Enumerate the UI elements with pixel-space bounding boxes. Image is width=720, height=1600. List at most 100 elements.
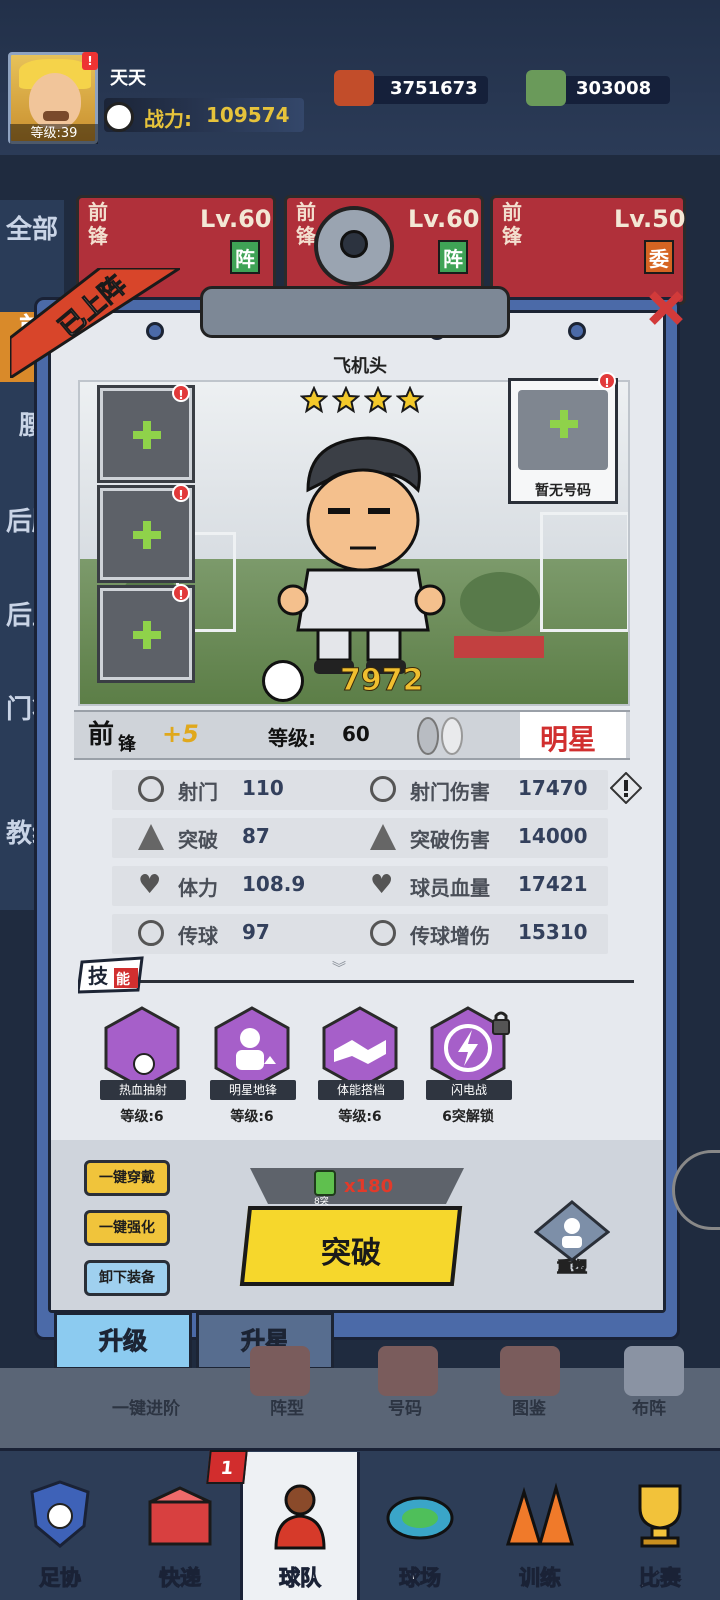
toolbar-codex[interactable]: 图鉴: [512, 1394, 546, 1419]
stat-name: 传球增伤: [410, 924, 490, 948]
stat-name: 突破: [178, 828, 218, 852]
breakthrough-button-label: 突破: [321, 1236, 381, 1271]
player-name: 天天: [110, 68, 146, 89]
stat-value: 87: [242, 824, 270, 848]
heart-plus-icon: ♥: [370, 870, 394, 900]
toolbar-formation[interactable]: 阵型: [270, 1394, 304, 1419]
skill-name: 体能搭档: [318, 1080, 404, 1100]
position-char: 锋: [118, 734, 136, 755]
codex-icon: [500, 1346, 560, 1396]
cones-icon: [505, 1482, 574, 1546]
power-value: 109574: [206, 103, 290, 127]
stat-value: 17470: [518, 776, 588, 800]
plus-icon: [560, 410, 568, 438]
stat-name: 体力: [178, 876, 218, 900]
nav-label: 球队: [279, 1566, 322, 1591]
in-lineup-ribbon: 已上阵: [10, 268, 180, 378]
stat-name: 射门伤害: [410, 780, 490, 804]
skill-level: 等级:6: [120, 1109, 164, 1125]
jersey-number-label: 暂无号码: [535, 483, 591, 499]
toolbar-advance-all[interactable]: 一键进阶: [112, 1394, 180, 1419]
toolbar-number[interactable]: 号码: [388, 1394, 422, 1419]
card-tag: 委: [644, 240, 674, 274]
parcel-icon: [148, 1486, 212, 1546]
skill-name: 明星地锋: [210, 1080, 296, 1100]
heart-icon: ♥: [138, 870, 162, 900]
svg-text:能: 能: [116, 971, 130, 988]
slot-alert-badge: !: [172, 384, 190, 402]
svg-text:技: 技: [88, 964, 109, 988]
plus-icon: [143, 621, 151, 649]
tab-upgrade[interactable]: 升级: [54, 1312, 192, 1370]
stat-value: 97: [242, 920, 270, 944]
enhance-all-button[interactable]: 一键强化: [84, 1210, 170, 1246]
jersey-alert-badge: !: [598, 372, 616, 390]
rank-tag-label: 明星: [540, 723, 597, 756]
plus-icon: [143, 421, 151, 449]
handshake-icon[interactable]: [322, 1006, 398, 1090]
food-box-icon: [334, 70, 374, 106]
stadium-icon: [386, 1496, 454, 1540]
nav-label: 快递: [159, 1566, 202, 1591]
reshape-icon[interactable]: [534, 1200, 610, 1262]
star-icon: [364, 386, 392, 414]
card-tag: 阵: [230, 240, 260, 274]
jersey-number-icon: [378, 1346, 438, 1396]
stat-info-icon[interactable]: [610, 772, 642, 804]
nav-label: 比赛: [639, 1566, 682, 1591]
kick-icon[interactable]: [104, 1006, 180, 1090]
player-up-icon[interactable]: [214, 1006, 290, 1090]
target-icon: [138, 776, 164, 802]
close-icon[interactable]: [646, 288, 686, 328]
stat-value: 15310: [518, 920, 588, 944]
level-value: 60: [342, 722, 370, 746]
stat-value: 108.9: [242, 872, 306, 896]
skill-level: 等级:6: [338, 1109, 382, 1125]
stat-name: 突破伤害: [410, 828, 490, 852]
resource-cash-value: 303008: [576, 78, 652, 99]
slot-alert-badge: !: [172, 484, 190, 502]
nav-label: 训练: [519, 1566, 562, 1591]
trophy-icon: [638, 1484, 682, 1548]
card-position: 前锋: [502, 200, 522, 248]
tree-decoration: [460, 572, 540, 632]
team-toolbar: [0, 1368, 720, 1448]
level-label: 等级:: [268, 726, 316, 750]
soccer-ball-icon: [262, 660, 304, 702]
divider: [140, 980, 634, 983]
lineup-icon: [624, 1346, 684, 1396]
pass-plus-icon: [370, 920, 396, 946]
stat-name: 射门: [178, 780, 218, 804]
stat-name: 传球: [178, 924, 218, 948]
target-plus-icon: [370, 776, 396, 802]
card-level: Lv.60: [408, 205, 480, 233]
star-icon: [332, 386, 360, 414]
player-power-value: 7972: [340, 663, 424, 699]
rank-tag: 明星: [520, 712, 626, 758]
footprint-icon[interactable]: [408, 712, 472, 758]
nav-label: 球场: [399, 1566, 442, 1591]
soccer-ball-icon: [104, 102, 134, 132]
skill-name: 热血抽射: [100, 1080, 186, 1100]
avatar-level: 等级:39: [10, 124, 98, 144]
wear-all-button[interactable]: 一键穿戴: [84, 1160, 170, 1196]
toolbar-lineup[interactable]: 布阵: [632, 1394, 666, 1419]
clip-base: [200, 286, 510, 338]
card-position: 前锋: [88, 200, 108, 248]
cash-icon: [526, 70, 566, 106]
expand-chevron-icon[interactable]: ︾: [332, 958, 346, 978]
power-label: 战力:: [144, 107, 192, 131]
avatar-mouth: [43, 111, 69, 121]
skill-level: 等级:6: [230, 1109, 274, 1125]
skill-section-header: 技 能: [78, 956, 144, 994]
pass-icon: [138, 920, 164, 946]
unequip-button[interactable]: 卸下装备: [84, 1260, 170, 1296]
bench-decoration: [454, 636, 544, 658]
stat-value: 17421: [518, 872, 588, 896]
stat-value: 14000: [518, 824, 588, 848]
star-icon: [396, 386, 424, 414]
pin-icon: [568, 322, 586, 340]
formation-icon: [250, 1346, 310, 1396]
cost-amount: x180: [344, 1176, 394, 1197]
clip-hole: [340, 230, 368, 258]
